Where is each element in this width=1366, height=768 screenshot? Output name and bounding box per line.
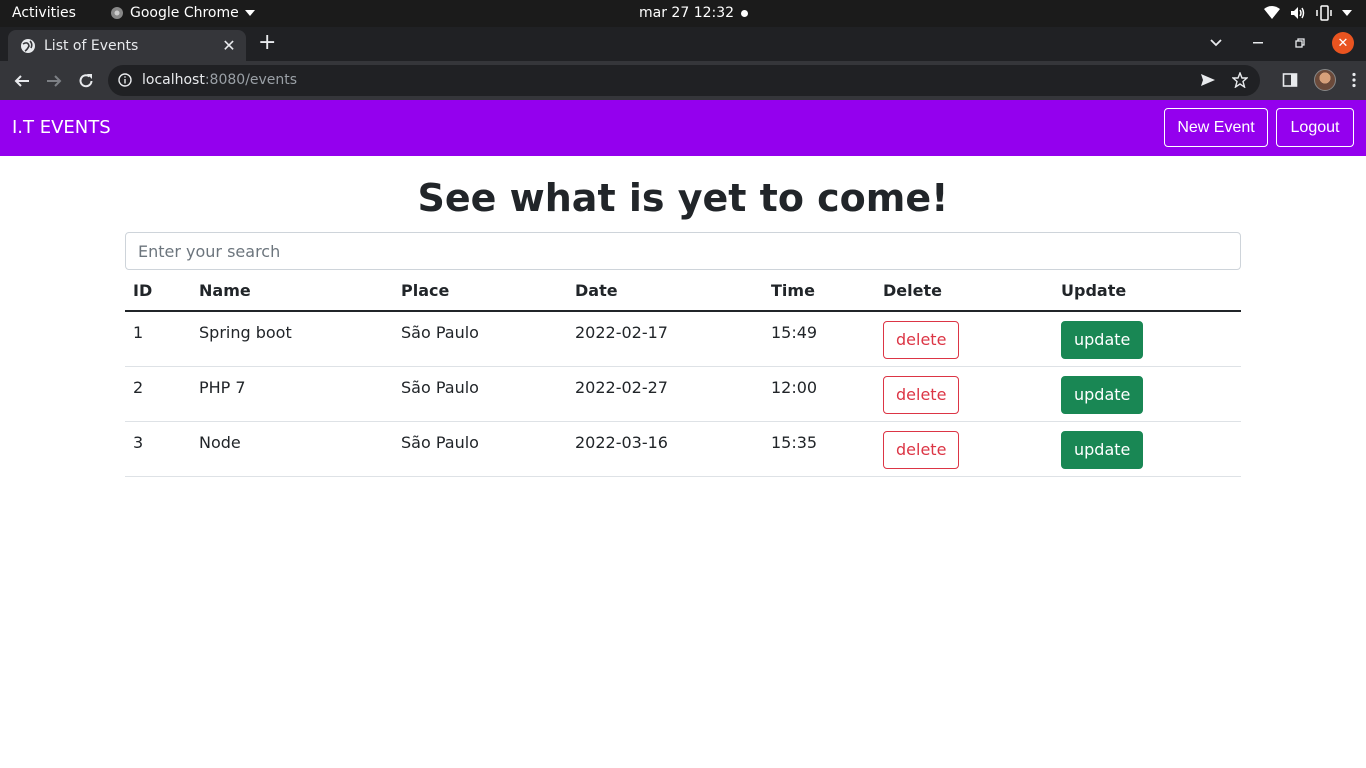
- column-header-id: ID: [125, 270, 191, 312]
- activities-button[interactable]: Activities: [12, 5, 76, 21]
- kebab-menu-icon[interactable]: [1352, 72, 1356, 88]
- phone-battery-icon: [1316, 5, 1332, 21]
- cell-name: PHP 7: [191, 366, 393, 422]
- power-menu-caret-icon: [1342, 10, 1352, 16]
- cell-update: update: [1053, 366, 1241, 422]
- cell-time: 15:35: [763, 421, 875, 477]
- back-arrow-icon[interactable]: [10, 69, 34, 93]
- cell-place: São Paulo: [393, 366, 567, 422]
- update-button[interactable]: update: [1061, 321, 1144, 359]
- table-row: 3 Node São Paulo 2022-03-16 15:35 delete…: [125, 421, 1241, 477]
- tab-search-icon[interactable]: [1206, 33, 1226, 53]
- toolbar-actions: [1282, 69, 1356, 91]
- cell-name: Spring boot: [191, 311, 393, 367]
- forward-arrow-icon[interactable]: [42, 69, 66, 93]
- column-header-time: Time: [763, 270, 875, 312]
- cell-date: 2022-03-16: [567, 421, 763, 477]
- bookmark-star-icon[interactable]: [1232, 72, 1248, 88]
- wifi-icon: [1264, 6, 1280, 19]
- cell-id: 2: [125, 366, 191, 422]
- table-row: 2 PHP 7 São Paulo 2022-02-27 12:00 delet…: [125, 366, 1241, 422]
- url-text: localhost:8080/events: [142, 72, 297, 88]
- system-tray[interactable]: [1264, 5, 1352, 21]
- logout-button[interactable]: Logout: [1276, 108, 1354, 147]
- page-title: See what is yet to come!: [417, 176, 949, 220]
- brand-link[interactable]: I.T EVENTS: [12, 117, 111, 138]
- cell-update: update: [1053, 311, 1241, 367]
- cell-place: São Paulo: [393, 311, 567, 367]
- window-close-icon[interactable]: ✕: [1332, 32, 1354, 54]
- delete-button[interactable]: delete: [883, 375, 960, 414]
- caret-down-icon: [244, 10, 255, 16]
- reload-icon[interactable]: [74, 69, 98, 93]
- address-bar[interactable]: localhost:8080/events: [108, 65, 1260, 96]
- notification-dot-icon: [741, 10, 748, 17]
- table-header-row: ID Name Place Date Time Delete Update: [125, 270, 1241, 312]
- column-header-name: Name: [191, 270, 393, 312]
- profile-avatar[interactable]: [1314, 69, 1336, 91]
- os-top-bar: Activities Google Chrome mar 27 12:32: [0, 0, 1366, 27]
- cell-id: 1: [125, 311, 191, 367]
- search-input[interactable]: [125, 232, 1241, 270]
- cell-delete: delete: [875, 311, 1053, 367]
- browser-tab-strip: List of Events ✕ + ✕: [0, 27, 1366, 61]
- restore-icon[interactable]: [1290, 33, 1310, 53]
- volume-icon: [1291, 7, 1305, 19]
- cell-place: São Paulo: [393, 421, 567, 477]
- cell-id: 3: [125, 421, 191, 477]
- cell-update: update: [1053, 421, 1241, 477]
- cell-delete: delete: [875, 366, 1053, 422]
- cell-name: Node: [191, 421, 393, 477]
- cell-delete: delete: [875, 421, 1053, 477]
- chrome-icon: [111, 7, 123, 19]
- update-button[interactable]: update: [1061, 430, 1144, 469]
- tab-close-icon[interactable]: ✕: [218, 36, 240, 55]
- column-header-date: Date: [567, 270, 763, 312]
- events-table: ID Name Place Date Time Delete Update 1 …: [125, 270, 1241, 477]
- cell-date: 2022-02-17: [567, 311, 763, 367]
- site-navbar: I.T EVENTS New Event Logout: [0, 100, 1366, 156]
- column-header-delete: Delete: [875, 270, 1053, 312]
- app-menu-label: Google Chrome: [130, 5, 239, 21]
- table-row: 1 Spring boot São Paulo 2022-02-17 15:49…: [125, 311, 1241, 367]
- url-path: :8080/events: [204, 72, 298, 88]
- minimize-icon[interactable]: [1248, 33, 1268, 53]
- window-controls: ✕: [1206, 32, 1354, 54]
- cell-time: 12:00: [763, 366, 875, 422]
- cell-time: 15:49: [763, 311, 875, 367]
- app-menu[interactable]: Google Chrome: [110, 5, 255, 21]
- send-tab-icon[interactable]: [1200, 73, 1216, 87]
- browser-tab[interactable]: List of Events ✕: [8, 30, 246, 61]
- side-panel-icon[interactable]: [1282, 72, 1298, 88]
- site-info-icon[interactable]: [118, 73, 132, 87]
- column-header-place: Place: [393, 270, 567, 312]
- clock[interactable]: mar 27 12:32: [639, 5, 734, 21]
- new-tab-button[interactable]: +: [258, 32, 276, 54]
- new-event-button[interactable]: New Event: [1164, 108, 1268, 147]
- url-host: localhost: [142, 72, 205, 88]
- browser-toolbar: localhost:8080/events: [0, 61, 1366, 100]
- delete-button[interactable]: delete: [883, 430, 960, 469]
- cell-date: 2022-02-27: [567, 366, 763, 422]
- update-button[interactable]: update: [1061, 375, 1144, 414]
- globe-icon: [21, 38, 35, 53]
- delete-button[interactable]: delete: [883, 321, 960, 359]
- tab-title: List of Events: [44, 37, 139, 54]
- column-header-update: Update: [1053, 270, 1241, 312]
